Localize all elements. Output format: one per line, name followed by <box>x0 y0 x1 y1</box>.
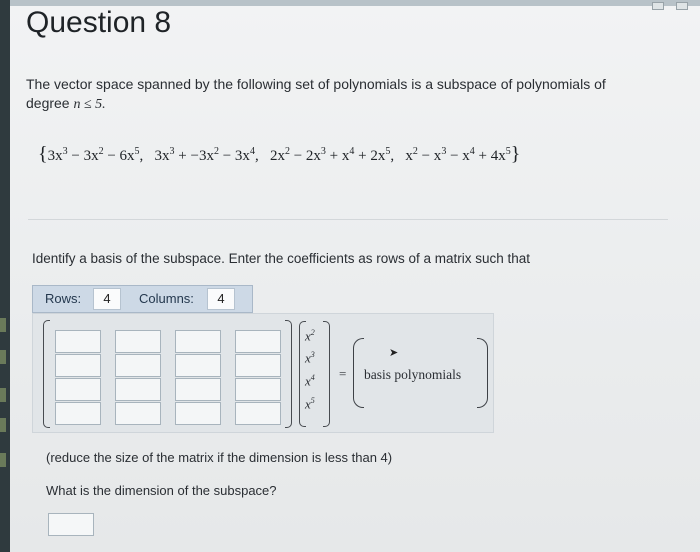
background-mark <box>0 350 6 364</box>
matrix-cell-1-3[interactable] <box>175 330 221 353</box>
set-close-brace: } <box>510 143 521 165</box>
prompt-text: The vector space spanned by the followin… <box>26 76 606 111</box>
matrix-cell-3-2[interactable] <box>115 378 161 401</box>
degree-condition: n ≤ 5. <box>73 97 106 112</box>
polynomial-3: 2x2 − 2x3 + x4 + 2x5, <box>269 146 395 164</box>
vector-entry-2: x3 <box>305 350 315 366</box>
matrix-cell-3-1[interactable] <box>55 378 101 401</box>
polynomial-4: x2 − x3 − x4 + 4x5 <box>405 146 511 164</box>
background-mark <box>0 388 6 402</box>
columns-label: Columns: <box>139 291 194 306</box>
set-open-brace: { <box>38 143 48 165</box>
basis-right-paren <box>477 338 488 408</box>
matrix-left-bracket <box>43 320 50 428</box>
matrix-right-bracket <box>285 320 292 428</box>
vector-entry-3: x4 <box>305 373 315 389</box>
window-button[interactable] <box>652 2 664 10</box>
rows-input[interactable]: 4 <box>93 288 121 310</box>
instruction-text: Identify a basis of the subspace. Enter … <box>32 251 531 266</box>
matrix-cell-1-2[interactable] <box>115 330 161 353</box>
matrix-cell-4-1[interactable] <box>55 402 101 425</box>
matrix-cell-1-1[interactable] <box>55 330 101 353</box>
background-mark <box>0 318 6 332</box>
vector-right-bracket <box>323 321 330 427</box>
mouse-cursor-icon: ➤ <box>389 347 399 359</box>
polynomial-2: 3x3 + −3x2 − 3x4, <box>154 146 259 164</box>
matrix-cell-2-3[interactable] <box>175 354 221 377</box>
window-button[interactable] <box>676 2 688 10</box>
dimension-question: What is the dimension of the subspace? <box>46 483 277 498</box>
matrix-dimension-bar: Rows: 4 Columns: 4 <box>32 285 253 313</box>
basis-left-paren <box>353 338 364 408</box>
section-divider <box>28 219 668 220</box>
background-mark <box>0 453 6 467</box>
basis-polynomials-label: basis polynomials <box>364 367 462 382</box>
matrix-cell-3-4[interactable] <box>235 378 281 401</box>
matrix-cell-2-4[interactable] <box>235 354 281 377</box>
columns-input[interactable]: 4 <box>207 288 235 310</box>
question-sheet: Question 8 The vector space spanned by t… <box>10 0 700 552</box>
question-prompt: The vector space spanned by the followin… <box>26 75 626 114</box>
matrix-cell-2-2[interactable] <box>115 354 161 377</box>
question-title: Question 8 <box>26 6 172 39</box>
equals-sign: = <box>339 366 347 381</box>
matrix-cell-2-1[interactable] <box>55 354 101 377</box>
dimension-answer-input[interactable] <box>48 513 94 536</box>
background-mark <box>0 418 6 432</box>
matrix-equation-panel: x2 x3 x4 x5 = ➤ basis polynomials <box>32 313 494 433</box>
matrix-cell-1-4[interactable] <box>235 330 281 353</box>
polynomial-1: 3x3 − 3x2 − 6x5, <box>47 146 144 164</box>
polynomial-set: {3x3 − 3x2 − 6x5, 3x3 + −3x2 − 3x4, 2x2 … <box>38 143 520 166</box>
rows-label: Rows: <box>45 291 82 306</box>
vector-entry-1: x2 <box>305 328 315 344</box>
vector-entry-4: x5 <box>305 396 315 412</box>
matrix-cell-4-4[interactable] <box>235 402 281 425</box>
matrix-size-note: (reduce the size of the matrix if the di… <box>46 450 393 465</box>
matrix-cell-3-3[interactable] <box>175 378 221 401</box>
matrix-cell-4-3[interactable] <box>175 402 221 425</box>
matrix-cell-4-2[interactable] <box>115 402 161 425</box>
